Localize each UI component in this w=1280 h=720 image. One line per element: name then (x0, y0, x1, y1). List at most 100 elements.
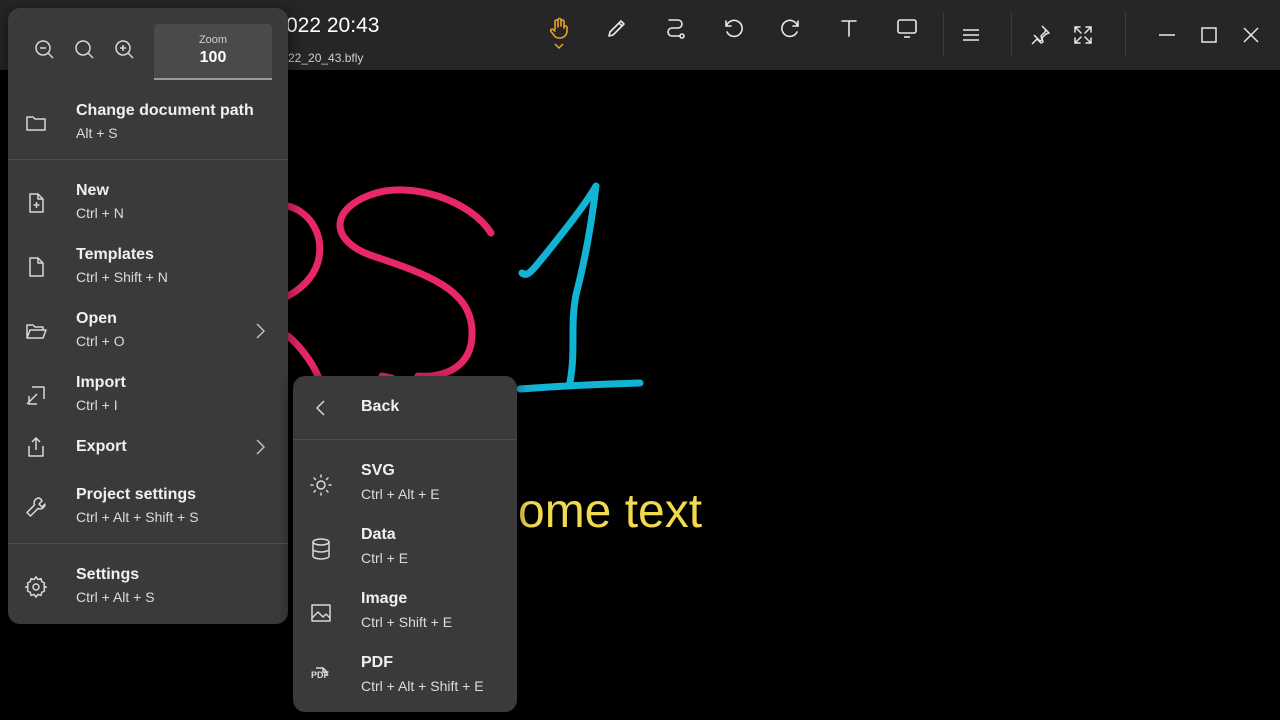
chevron-left-icon (315, 400, 325, 416)
menu-item-settings[interactable]: Settings Ctrl + Alt + S (8, 558, 288, 616)
database-icon (312, 538, 330, 560)
new-file-icon (29, 193, 44, 213)
undo-button[interactable] (715, 12, 751, 44)
hand-icon (549, 17, 568, 39)
import-icon (26, 386, 45, 405)
canvas-text-object[interactable]: ome text (518, 482, 702, 542)
menu-divider (8, 543, 288, 544)
menu-item-label: New (76, 182, 109, 199)
menu-item-label: Change document path (76, 102, 254, 119)
pdf-icon-label: PDF (311, 670, 329, 680)
folder-open-icon (26, 324, 47, 339)
path-icon (667, 19, 685, 39)
menu-divider (8, 159, 288, 160)
menu-item-project-settings[interactable]: Project settings Ctrl + Alt + Shift + S (8, 478, 288, 536)
menu-item-change-document-path[interactable]: Change document path Alt + S (8, 94, 288, 152)
presentation-button[interactable] (889, 12, 925, 44)
export-item-shortcut: Ctrl + Shift + E (361, 614, 453, 630)
zoom-label: Zoom (198, 34, 228, 46)
pin-icon (1031, 25, 1050, 45)
menu-divider (293, 439, 517, 440)
export-item-label: Image (361, 590, 408, 607)
export-item-label: Data (361, 526, 396, 543)
zoom-value[interactable]: 100 (154, 49, 272, 67)
cyan-stroke-one (518, 182, 600, 386)
menu-item-label: Templates (76, 246, 154, 263)
pin-button[interactable] (1022, 19, 1058, 51)
export-item-label: PDF (361, 654, 393, 671)
menu-item-shortcut: Ctrl + Alt + Shift + S (76, 509, 199, 525)
back-button[interactable]: Back (293, 378, 517, 438)
minimize-button[interactable] (1149, 19, 1185, 51)
export-item-svg[interactable]: SVG Ctrl + Alt + E (293, 456, 517, 514)
export-icon (28, 437, 44, 457)
export-item-image[interactable]: Image Ctrl + Shift + E (293, 584, 517, 642)
menu-item-shortcut: Ctrl + N (76, 205, 124, 221)
menu-item-shortcut: Ctrl + O (76, 333, 125, 349)
screen-icon (897, 19, 917, 38)
menu-item-import[interactable]: Import Ctrl + I (8, 366, 288, 424)
document-title: 022 20:43 (286, 14, 380, 37)
path-tool-button[interactable] (657, 12, 693, 44)
menu-item-shortcut: Alt + S (76, 125, 118, 141)
text-tool-button[interactable] (831, 12, 867, 44)
wrench-icon (26, 497, 46, 517)
menu-item-label: Project settings (76, 486, 197, 503)
export-item-data[interactable]: Data Ctrl + E (293, 520, 517, 578)
fullscreen-icon (1074, 26, 1092, 44)
redo-button[interactable] (773, 12, 809, 44)
chevron-right-icon (256, 439, 266, 455)
chevron-right-icon (256, 323, 266, 339)
sun-icon (310, 474, 332, 496)
pink-stroke-partial-bottom (284, 332, 322, 380)
close-icon (1243, 27, 1259, 43)
menu-item-shortcut: Ctrl + Shift + N (76, 269, 168, 285)
toolbar-divider (1011, 12, 1012, 56)
close-button[interactable] (1233, 19, 1269, 51)
pen-icon (608, 20, 625, 37)
export-submenu: Back SVG Ctrl + Alt + E Data Ctrl + E Im… (293, 376, 517, 712)
export-item-pdf[interactable]: PDF PDF Ctrl + Alt + Shift + E (293, 648, 517, 706)
minimize-icon (1159, 34, 1175, 36)
undo-icon (725, 19, 743, 38)
pen-tool-button[interactable] (599, 12, 635, 44)
text-icon (841, 20, 857, 37)
chevron-down-icon (554, 43, 564, 50)
export-item-shortcut: Ctrl + Alt + Shift + E (361, 678, 484, 694)
file-icon (29, 257, 44, 277)
menu-item-shortcut: Ctrl + I (76, 397, 118, 413)
toolbar-divider (1125, 12, 1126, 56)
main-menu: Zoom 100 Change document path Alt + S Ne… (8, 8, 288, 624)
export-item-shortcut: Ctrl + E (361, 550, 409, 566)
export-item-label: SVG (361, 462, 395, 479)
toolbar-divider (943, 12, 944, 56)
menu-item-shortcut: Ctrl + Alt + S (76, 589, 155, 605)
menu-item-label: Open (76, 310, 117, 327)
menu-icon (963, 29, 979, 41)
fullscreen-button[interactable] (1065, 19, 1101, 51)
menu-item-open[interactable]: Open Ctrl + O (8, 302, 288, 360)
menu-button[interactable] (953, 19, 989, 51)
back-label: Back (361, 398, 400, 415)
menu-item-label: Export (76, 438, 127, 455)
menu-item-templates[interactable]: Templates Ctrl + Shift + N (8, 238, 288, 296)
maximize-button[interactable] (1191, 19, 1227, 51)
hand-tool-button[interactable] (541, 12, 577, 44)
zoom-out-icon[interactable] (32, 37, 56, 61)
folder-icon (26, 116, 46, 131)
pink-stroke-partial-top (284, 202, 324, 300)
maximize-icon (1201, 27, 1217, 43)
menu-item-label: Import (76, 374, 126, 391)
pink-stroke-s (336, 186, 495, 380)
cyan-stroke-base (516, 379, 644, 393)
zoom-field[interactable]: Zoom 100 (154, 24, 272, 80)
redo-icon (781, 19, 799, 38)
zoom-reset-icon[interactable] (72, 37, 96, 61)
document-filename: 22_20_43.bfly (288, 51, 364, 65)
gear-icon (24, 575, 48, 599)
menu-item-label: Settings (76, 566, 140, 583)
zoom-in-icon[interactable] (112, 37, 136, 61)
image-icon (311, 604, 331, 622)
export-item-shortcut: Ctrl + Alt + E (361, 486, 440, 502)
menu-item-new[interactable]: New Ctrl + N (8, 174, 288, 232)
